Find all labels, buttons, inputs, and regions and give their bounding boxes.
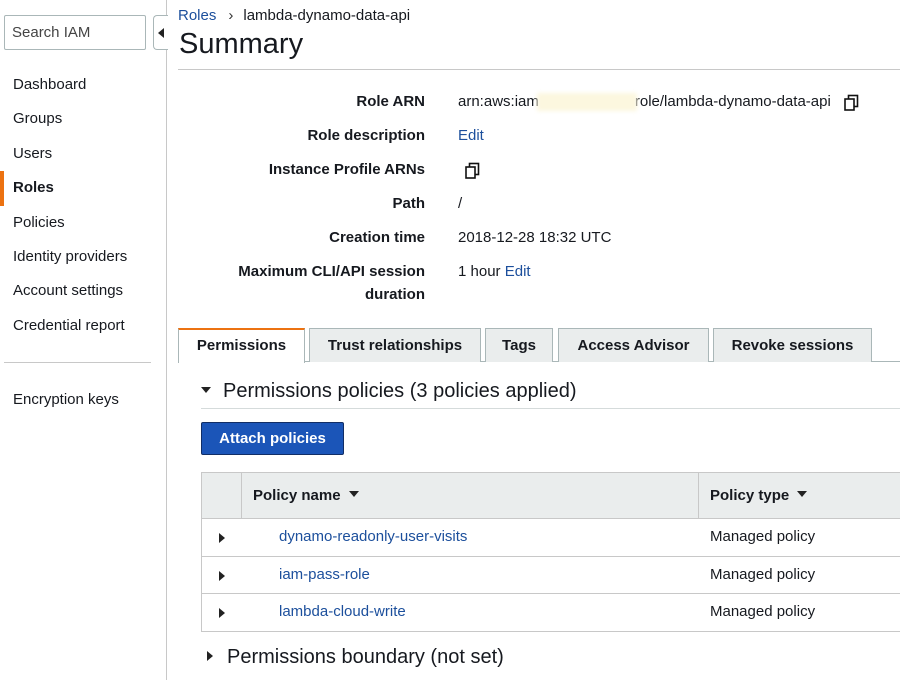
caret-down-icon [201, 386, 211, 393]
column-divider [698, 473, 699, 518]
max-session-label-line1: Maximum CLI/API session [238, 263, 425, 280]
tab-revoke-sessions[interactable]: Revoke sessions [713, 328, 872, 362]
max-session-edit-link[interactable]: Edit [505, 263, 531, 280]
sidebar-item-credential-report[interactable]: Credential report [0, 309, 166, 343]
sidebar-item-users[interactable]: Users [0, 137, 166, 171]
redacted-account-id [536, 93, 637, 112]
sort-caret-icon [348, 491, 359, 498]
tab-access-advisor[interactable]: Access Advisor [558, 328, 709, 362]
creation-time-label: Creation time [329, 229, 425, 246]
max-session-label: Maximum CLI/API session duration [195, 260, 425, 306]
instance-profile-label: Instance Profile ARNs [268, 161, 425, 178]
role-arn-suffix: role/lambda-dynamo-data-api [634, 93, 831, 110]
main-content: Roles › lambda-dynamo-data-api Summary Rol… [178, 0, 900, 680]
sidebar-divider [4, 362, 151, 363]
role-arn-value: arn:aws:iam role/lambda-dynamo-data-api [458, 90, 860, 113]
sidebar-item-roles[interactable]: Roles [0, 171, 166, 206]
permissions-boundary-toggle[interactable]: Permissions boundary (not set) [207, 646, 504, 669]
chevron-left-icon [158, 27, 164, 38]
sidebar-item-identity-providers[interactable]: Identity providers [0, 240, 166, 274]
breadcrumb-roles-link[interactable]: Roles [178, 7, 216, 24]
tab-tags[interactable]: Tags [485, 328, 553, 362]
sidebar: Dashboard Groups Users Roles Policies Id… [0, 0, 168, 680]
max-session-value: 1 hour Edit [458, 260, 531, 283]
expand-row-icon[interactable] [219, 570, 225, 581]
policy-table: Policy name Policy type dynamo-readonly-… [201, 472, 900, 632]
policy-name-link[interactable]: iam-pass-role [279, 566, 370, 583]
role-arn-label: Role ARN [356, 93, 425, 110]
section-divider [201, 408, 900, 409]
sidebar-item-policies[interactable]: Policies [0, 206, 166, 240]
attach-policies-button[interactable]: Attach policies [201, 422, 344, 455]
table-row: lambda-cloud-write Managed policy [202, 594, 900, 632]
policy-type-cell: Managed policy [710, 603, 816, 620]
role-arn-prefix: arn:aws:iam [458, 93, 539, 110]
sidebar-item-dashboard[interactable]: Dashboard [0, 68, 166, 102]
policy-type-column-header[interactable]: Policy type [710, 473, 808, 518]
expand-row-icon[interactable] [219, 533, 225, 543]
creation-time-value: 2018-12-28 18:32 UTC [458, 229, 612, 246]
role-description-label: Role description [307, 127, 425, 144]
permissions-policies-title: Permissions policies (3 policies applied… [223, 380, 577, 402]
path-value: / [458, 195, 463, 212]
policy-name-link[interactable]: lambda-cloud-write [279, 603, 406, 620]
expand-row-icon[interactable] [219, 608, 225, 618]
policy-name-column-header[interactable]: Policy name [253, 473, 359, 518]
sort-caret-icon [797, 491, 808, 498]
page-title: Summary [179, 28, 304, 60]
breadcrumb-separator-icon: › [228, 7, 234, 24]
role-description-value: Edit [458, 124, 484, 147]
tab-trust-relationships[interactable]: Trust relationships [309, 328, 481, 362]
role-description-edit-link[interactable]: Edit [458, 127, 484, 144]
max-session-label-line2: duration [365, 286, 425, 303]
permissions-boundary-title: Permissions boundary (not set) [227, 646, 504, 668]
caret-right-icon [207, 650, 213, 661]
policy-name-header-label: Policy name [253, 487, 341, 504]
tab-bar: Permissions Trust relationships Tags Acc… [178, 328, 900, 363]
table-row: dynamo-readonly-user-visits Managed poli… [202, 519, 900, 557]
table-header: Policy name Policy type [202, 472, 900, 519]
path-label: Path [392, 195, 425, 212]
table-row: iam-pass-role Managed policy [202, 557, 900, 594]
copy-icon[interactable] [464, 162, 481, 179]
breadcrumb-current: lambda-dynamo-data-api [243, 7, 411, 24]
policy-type-cell: Managed policy [710, 528, 816, 545]
copy-icon[interactable] [843, 94, 860, 111]
column-divider [241, 473, 242, 518]
search-input[interactable] [4, 15, 146, 50]
policy-type-header-label: Policy type [710, 487, 790, 504]
sidebar-item-groups[interactable]: Groups [0, 102, 166, 136]
instance-profile-value [464, 158, 481, 181]
title-divider [178, 69, 900, 70]
policy-type-cell: Managed policy [710, 565, 816, 583]
sidebar-nav: Dashboard Groups Users Roles Policies Id… [0, 68, 166, 343]
breadcrumb: Roles › lambda-dynamo-data-api [178, 7, 410, 24]
sidebar-item-encryption-keys[interactable]: Encryption keys [0, 383, 166, 417]
permissions-policies-toggle[interactable]: Permissions policies (3 policies applied… [201, 380, 577, 403]
sidebar-item-account-settings[interactable]: Account settings [0, 274, 166, 308]
sidebar-secondary-nav: Encryption keys [0, 383, 166, 417]
tab-permissions[interactable]: Permissions [178, 328, 305, 363]
max-session-duration: 1 hour [458, 263, 501, 280]
policy-name-link[interactable]: dynamo-readonly-user-visits [279, 528, 467, 545]
collapse-sidebar-button[interactable] [153, 15, 168, 50]
